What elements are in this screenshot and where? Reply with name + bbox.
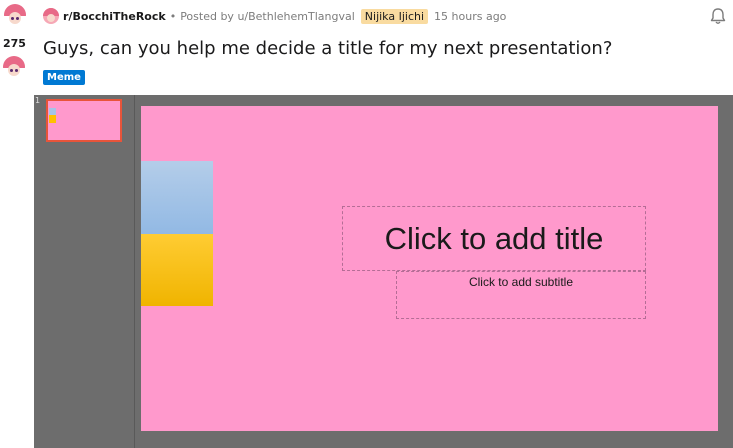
upvote-button[interactable] [4,4,26,26]
slide-canvas: Click to add title Click to add subtitle [141,106,718,431]
subreddit-link[interactable]: r/BocchiTheRock [63,10,166,23]
flag-yellow-shape [141,234,213,306]
flag-blue-shape [141,161,213,234]
vote-count: 275 [3,37,26,50]
post-title[interactable]: Guys, can you help me decide a title for… [43,38,612,59]
post-meta: r/BocchiTheRock • Posted by u/BethlehemT… [63,8,506,24]
slide-thumbnail [46,99,122,142]
title-placeholder: Click to add title [342,206,646,271]
presentation-editor-image: 1 Click to add title Click to add subtit… [34,95,733,448]
posted-by-link[interactable]: Posted by u/BethlehemTlangval [180,10,355,23]
subtitle-placeholder: Click to add subtitle [396,271,646,319]
user-flair: Nijika Ijichi [360,8,429,24]
downvote-button[interactable] [3,56,25,78]
bell-icon[interactable] [708,6,728,26]
slide-thumbnail-pane: 1 [34,95,135,448]
meta-separator: • [169,9,177,23]
post-flair-meme[interactable]: Meme [43,70,85,85]
slide-number: 1 [35,96,41,105]
post-timestamp[interactable]: 15 hours ago [434,10,506,23]
subreddit-avatar-icon[interactable] [43,8,59,24]
